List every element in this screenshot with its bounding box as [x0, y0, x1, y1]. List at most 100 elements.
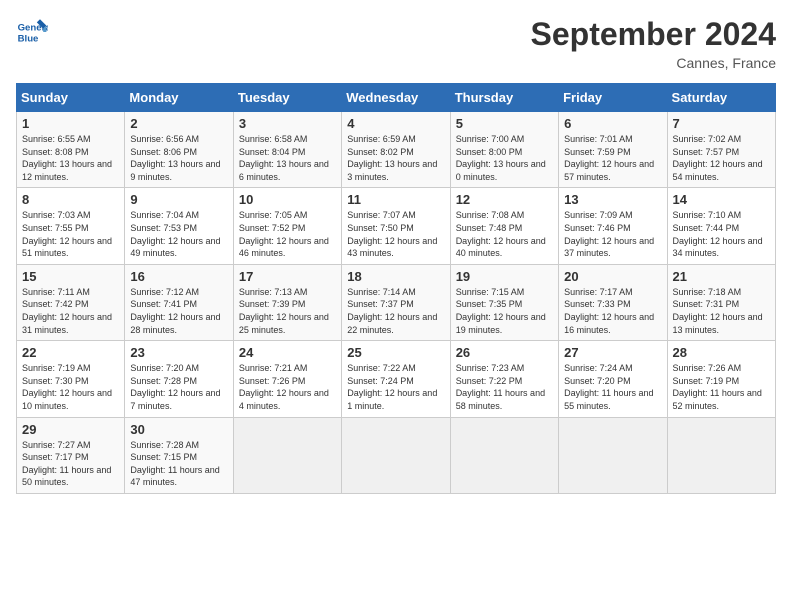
- page-header: General Blue September 2024 Cannes, Fran…: [16, 16, 776, 71]
- day-info: Sunrise: 7:19 AMSunset: 7:30 PMDaylight:…: [22, 362, 119, 412]
- day-number: 20: [564, 269, 661, 284]
- calendar-day-18: 18 Sunrise: 7:14 AMSunset: 7:37 PMDaylig…: [342, 264, 450, 340]
- day-info: Sunrise: 7:28 AMSunset: 7:15 PMDaylight:…: [130, 439, 227, 489]
- day-number: 22: [22, 345, 119, 360]
- day-info: Sunrise: 6:56 AMSunset: 8:06 PMDaylight:…: [130, 133, 227, 183]
- calendar-day-23: 23 Sunrise: 7:20 AMSunset: 7:28 PMDaylig…: [125, 341, 233, 417]
- day-info: Sunrise: 7:18 AMSunset: 7:31 PMDaylight:…: [673, 286, 770, 336]
- calendar-week-3: 15 Sunrise: 7:11 AMSunset: 7:42 PMDaylig…: [17, 264, 776, 340]
- col-header-monday: Monday: [125, 84, 233, 112]
- empty-cell: [450, 417, 558, 493]
- calendar-header-row: SundayMondayTuesdayWednesdayThursdayFrid…: [17, 84, 776, 112]
- day-number: 29: [22, 422, 119, 437]
- day-info: Sunrise: 7:24 AMSunset: 7:20 PMDaylight:…: [564, 362, 661, 412]
- day-info: Sunrise: 7:07 AMSunset: 7:50 PMDaylight:…: [347, 209, 444, 259]
- day-info: Sunrise: 7:13 AMSunset: 7:39 PMDaylight:…: [239, 286, 336, 336]
- calendar-day-21: 21 Sunrise: 7:18 AMSunset: 7:31 PMDaylig…: [667, 264, 775, 340]
- calendar-day-26: 26 Sunrise: 7:23 AMSunset: 7:22 PMDaylig…: [450, 341, 558, 417]
- day-number: 27: [564, 345, 661, 360]
- day-number: 25: [347, 345, 444, 360]
- calendar-day-22: 22 Sunrise: 7:19 AMSunset: 7:30 PMDaylig…: [17, 341, 125, 417]
- calendar-day-13: 13 Sunrise: 7:09 AMSunset: 7:46 PMDaylig…: [559, 188, 667, 264]
- day-number: 11: [347, 192, 444, 207]
- svg-text:Blue: Blue: [18, 34, 39, 45]
- day-info: Sunrise: 7:11 AMSunset: 7:42 PMDaylight:…: [22, 286, 119, 336]
- day-number: 6: [564, 116, 661, 131]
- location: Cannes, France: [531, 55, 776, 71]
- day-number: 24: [239, 345, 336, 360]
- day-number: 21: [673, 269, 770, 284]
- calendar-day-28: 28 Sunrise: 7:26 AMSunset: 7:19 PMDaylig…: [667, 341, 775, 417]
- day-number: 14: [673, 192, 770, 207]
- calendar-day-12: 12 Sunrise: 7:08 AMSunset: 7:48 PMDaylig…: [450, 188, 558, 264]
- day-info: Sunrise: 7:09 AMSunset: 7:46 PMDaylight:…: [564, 209, 661, 259]
- day-number: 18: [347, 269, 444, 284]
- day-info: Sunrise: 7:27 AMSunset: 7:17 PMDaylight:…: [22, 439, 119, 489]
- calendar-day-10: 10 Sunrise: 7:05 AMSunset: 7:52 PMDaylig…: [233, 188, 341, 264]
- col-header-friday: Friday: [559, 84, 667, 112]
- day-info: Sunrise: 7:10 AMSunset: 7:44 PMDaylight:…: [673, 209, 770, 259]
- day-info: Sunrise: 7:03 AMSunset: 7:55 PMDaylight:…: [22, 209, 119, 259]
- calendar-week-5: 29 Sunrise: 7:27 AMSunset: 7:17 PMDaylig…: [17, 417, 776, 493]
- day-info: Sunrise: 7:12 AMSunset: 7:41 PMDaylight:…: [130, 286, 227, 336]
- day-number: 28: [673, 345, 770, 360]
- day-info: Sunrise: 6:55 AMSunset: 8:08 PMDaylight:…: [22, 133, 119, 183]
- day-info: Sunrise: 7:00 AMSunset: 8:00 PMDaylight:…: [456, 133, 553, 183]
- empty-cell: [233, 417, 341, 493]
- col-header-saturday: Saturday: [667, 84, 775, 112]
- calendar-day-19: 19 Sunrise: 7:15 AMSunset: 7:35 PMDaylig…: [450, 264, 558, 340]
- calendar-day-27: 27 Sunrise: 7:24 AMSunset: 7:20 PMDaylig…: [559, 341, 667, 417]
- day-info: Sunrise: 6:58 AMSunset: 8:04 PMDaylight:…: [239, 133, 336, 183]
- calendar-day-25: 25 Sunrise: 7:22 AMSunset: 7:24 PMDaylig…: [342, 341, 450, 417]
- day-info: Sunrise: 7:17 AMSunset: 7:33 PMDaylight:…: [564, 286, 661, 336]
- calendar-day-20: 20 Sunrise: 7:17 AMSunset: 7:33 PMDaylig…: [559, 264, 667, 340]
- day-number: 26: [456, 345, 553, 360]
- day-number: 12: [456, 192, 553, 207]
- calendar-day-5: 5 Sunrise: 7:00 AMSunset: 8:00 PMDayligh…: [450, 112, 558, 188]
- day-info: Sunrise: 7:23 AMSunset: 7:22 PMDaylight:…: [456, 362, 553, 412]
- calendar-day-3: 3 Sunrise: 6:58 AMSunset: 8:04 PMDayligh…: [233, 112, 341, 188]
- col-header-thursday: Thursday: [450, 84, 558, 112]
- calendar-table: SundayMondayTuesdayWednesdayThursdayFrid…: [16, 83, 776, 494]
- day-number: 7: [673, 116, 770, 131]
- day-number: 23: [130, 345, 227, 360]
- calendar-week-4: 22 Sunrise: 7:19 AMSunset: 7:30 PMDaylig…: [17, 341, 776, 417]
- day-number: 9: [130, 192, 227, 207]
- day-number: 16: [130, 269, 227, 284]
- day-info: Sunrise: 7:01 AMSunset: 7:59 PMDaylight:…: [564, 133, 661, 183]
- day-info: Sunrise: 6:59 AMSunset: 8:02 PMDaylight:…: [347, 133, 444, 183]
- empty-cell: [342, 417, 450, 493]
- day-number: 13: [564, 192, 661, 207]
- day-number: 10: [239, 192, 336, 207]
- calendar-day-24: 24 Sunrise: 7:21 AMSunset: 7:26 PMDaylig…: [233, 341, 341, 417]
- calendar-day-30: 30 Sunrise: 7:28 AMSunset: 7:15 PMDaylig…: [125, 417, 233, 493]
- day-number: 19: [456, 269, 553, 284]
- day-info: Sunrise: 7:02 AMSunset: 7:57 PMDaylight:…: [673, 133, 770, 183]
- month-title: September 2024: [531, 16, 776, 53]
- day-info: Sunrise: 7:08 AMSunset: 7:48 PMDaylight:…: [456, 209, 553, 259]
- calendar-day-4: 4 Sunrise: 6:59 AMSunset: 8:02 PMDayligh…: [342, 112, 450, 188]
- day-number: 5: [456, 116, 553, 131]
- calendar-week-1: 1 Sunrise: 6:55 AMSunset: 8:08 PMDayligh…: [17, 112, 776, 188]
- col-header-sunday: Sunday: [17, 84, 125, 112]
- day-info: Sunrise: 7:20 AMSunset: 7:28 PMDaylight:…: [130, 362, 227, 412]
- calendar-day-14: 14 Sunrise: 7:10 AMSunset: 7:44 PMDaylig…: [667, 188, 775, 264]
- day-number: 4: [347, 116, 444, 131]
- day-info: Sunrise: 7:04 AMSunset: 7:53 PMDaylight:…: [130, 209, 227, 259]
- day-number: 30: [130, 422, 227, 437]
- calendar-day-1: 1 Sunrise: 6:55 AMSunset: 8:08 PMDayligh…: [17, 112, 125, 188]
- calendar-day-8: 8 Sunrise: 7:03 AMSunset: 7:55 PMDayligh…: [17, 188, 125, 264]
- logo: General Blue: [16, 16, 48, 48]
- calendar-day-7: 7 Sunrise: 7:02 AMSunset: 7:57 PMDayligh…: [667, 112, 775, 188]
- calendar-day-2: 2 Sunrise: 6:56 AMSunset: 8:06 PMDayligh…: [125, 112, 233, 188]
- calendar-day-17: 17 Sunrise: 7:13 AMSunset: 7:39 PMDaylig…: [233, 264, 341, 340]
- day-number: 2: [130, 116, 227, 131]
- col-header-tuesday: Tuesday: [233, 84, 341, 112]
- calendar-week-2: 8 Sunrise: 7:03 AMSunset: 7:55 PMDayligh…: [17, 188, 776, 264]
- col-header-wednesday: Wednesday: [342, 84, 450, 112]
- calendar-day-29: 29 Sunrise: 7:27 AMSunset: 7:17 PMDaylig…: [17, 417, 125, 493]
- day-info: Sunrise: 7:15 AMSunset: 7:35 PMDaylight:…: [456, 286, 553, 336]
- day-number: 8: [22, 192, 119, 207]
- day-info: Sunrise: 7:21 AMSunset: 7:26 PMDaylight:…: [239, 362, 336, 412]
- title-area: September 2024 Cannes, France: [531, 16, 776, 71]
